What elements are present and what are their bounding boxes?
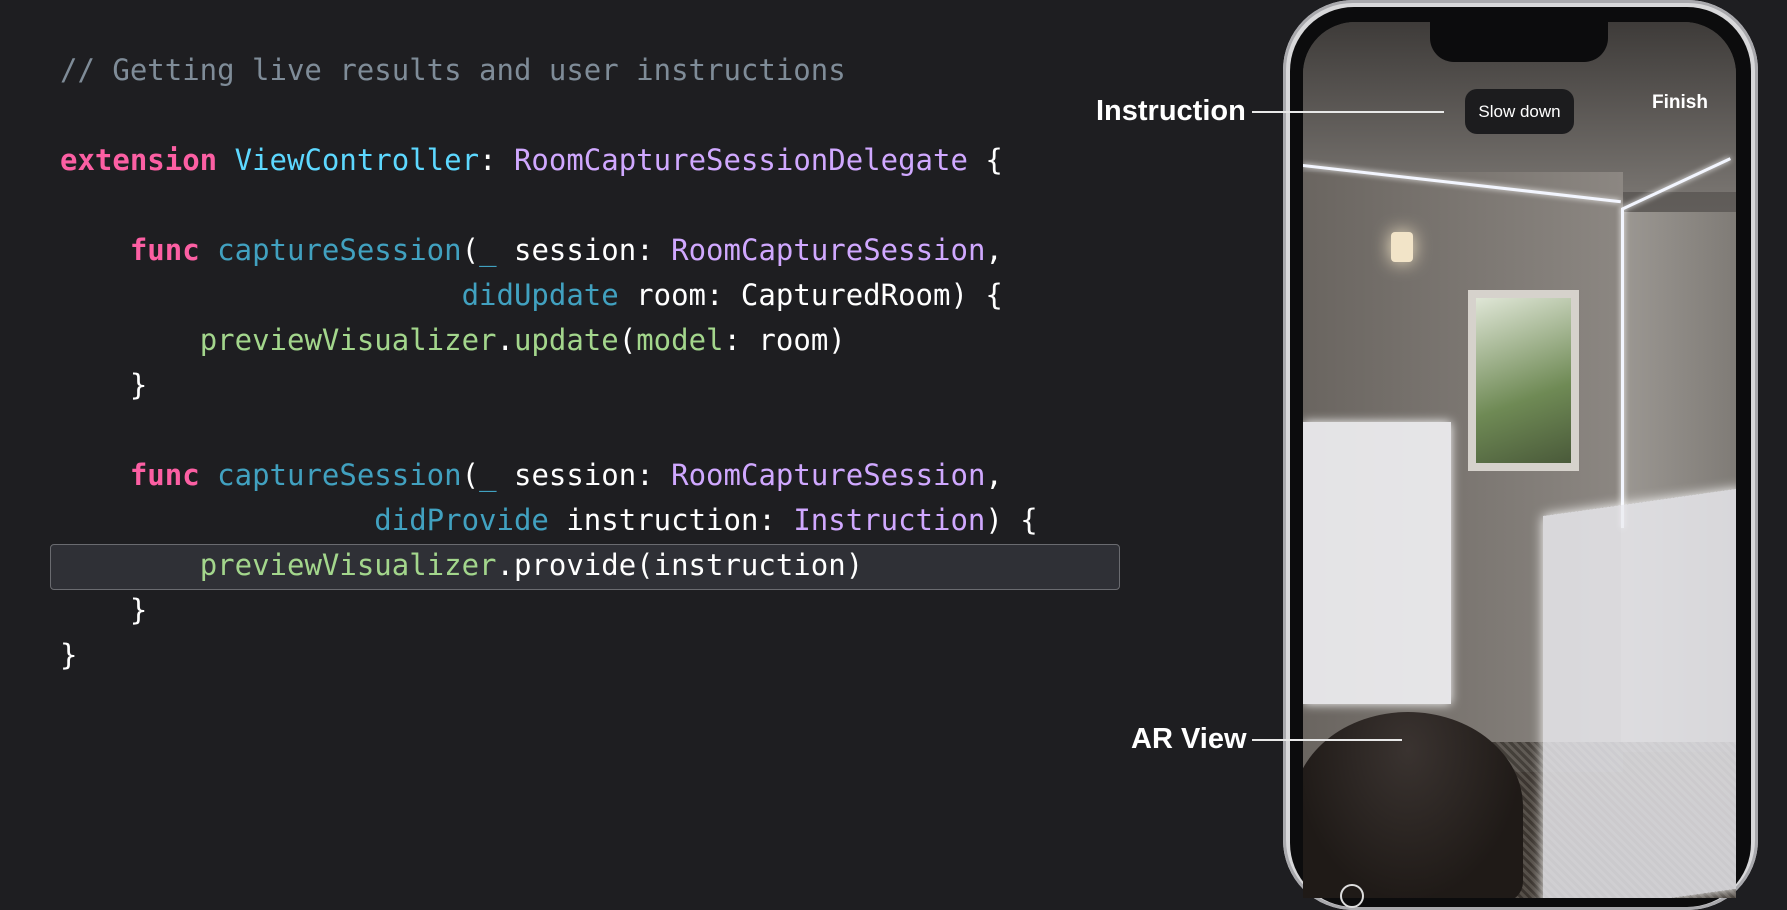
code-token: didProvide <box>374 503 549 537</box>
code-token: ViewController <box>234 143 480 177</box>
code-line: func captureSession(_ session: RoomCaptu… <box>60 228 1038 273</box>
code-token: session: <box>496 233 672 267</box>
code-token: _ <box>479 458 497 492</box>
code-token: func <box>129 233 200 267</box>
instruction-annotation-label: Instruction <box>1096 95 1246 127</box>
code-token: previewVisualizer <box>199 548 497 582</box>
detected-object-left <box>1303 422 1451 704</box>
code-token: instruction: <box>548 503 794 537</box>
code-token: : <box>479 143 514 177</box>
code-line: } <box>60 363 1038 408</box>
code-token: RoomCaptureSession <box>671 458 986 492</box>
code-token: model <box>636 323 724 357</box>
code-token: func <box>129 458 200 492</box>
code-token: ( <box>618 323 637 357</box>
code-token: } <box>60 638 78 672</box>
code-token: captureSession <box>217 458 462 492</box>
code-line: func captureSession(_ session: RoomCaptu… <box>60 453 1038 498</box>
code-token: _ <box>479 233 497 267</box>
code-token: ( <box>461 233 480 267</box>
wall-sconce <box>1391 232 1413 262</box>
code-token: session: <box>496 458 672 492</box>
code-token: ( <box>461 458 480 492</box>
detected-edge-corner <box>1621 208 1624 528</box>
code-token: : room) <box>723 323 846 357</box>
code-token: } <box>60 368 148 402</box>
code-token: ) { <box>985 503 1038 537</box>
ar-view[interactable] <box>1303 22 1736 898</box>
code-line: previewVisualizer.provide(instruction) <box>60 543 1038 588</box>
code-line: previewVisualizer.update(model: room) <box>60 318 1038 363</box>
code-block: // Getting live results and user instruc… <box>60 48 1038 678</box>
code-token: didUpdate <box>461 278 619 312</box>
code-token: // Getting live results and user instruc… <box>60 53 846 87</box>
code-line: } <box>60 633 1038 678</box>
code-token: RoomCaptureSessionDelegate <box>513 143 968 177</box>
code-token: , <box>985 458 1003 492</box>
code-token: update <box>513 323 619 357</box>
code-token: .provide(instruction) <box>496 548 864 582</box>
ar-view-leader-line <box>1252 739 1402 741</box>
code-token: captureSession <box>217 233 462 267</box>
finish-button[interactable]: Finish <box>1652 92 1708 114</box>
detected-object-sofa <box>1543 487 1736 898</box>
code-token: extension <box>60 143 218 177</box>
code-token: , <box>985 233 1003 267</box>
gear-icon[interactable] <box>1340 884 1364 908</box>
code-line: didUpdate room: CapturedRoom) { <box>60 273 1038 318</box>
room-window <box>1468 290 1579 471</box>
code-line: } <box>60 588 1038 633</box>
code-token: } <box>60 593 148 627</box>
code-line: didProvide instruction: Instruction) { <box>60 498 1038 543</box>
code-token: RoomCaptureSession <box>671 233 986 267</box>
code-token: previewVisualizer <box>199 323 497 357</box>
instruction-pill: Slow down <box>1465 89 1574 134</box>
code-token: Instruction <box>793 503 986 537</box>
code-token: . <box>496 323 514 357</box>
code-token: room: CapturedRoom) { <box>618 278 1003 312</box>
code-token: { <box>967 143 1003 177</box>
code-line: // Getting live results and user instruc… <box>60 48 1038 93</box>
ar-view-annotation-label: AR View <box>1131 723 1247 755</box>
instruction-leader-line <box>1252 111 1444 113</box>
code-line: extension ViewController: RoomCaptureSes… <box>60 138 1038 183</box>
phone-notch <box>1430 22 1608 62</box>
